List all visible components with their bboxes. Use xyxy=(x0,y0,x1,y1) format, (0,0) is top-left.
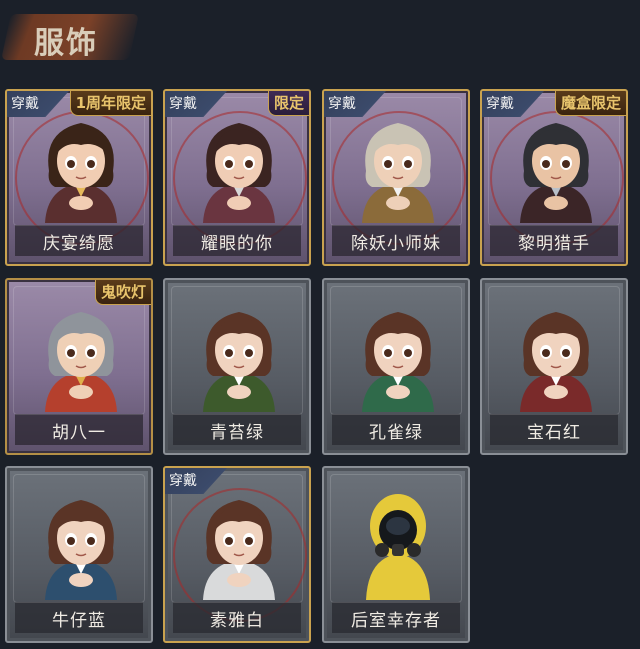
character-portrait xyxy=(45,123,117,223)
character-portrait xyxy=(520,123,592,223)
outfit-name-label: 庆宴绮愿 xyxy=(15,225,143,256)
character-portrait xyxy=(520,312,592,412)
outfit-name-label: 青苔绿 xyxy=(173,414,301,445)
character-portrait xyxy=(45,500,117,600)
limited-edition-badge: 1周年限定 xyxy=(69,91,151,116)
character-portrait xyxy=(366,494,430,600)
outfit-name-label: 胡八一 xyxy=(15,414,143,445)
outfit-name-label: 孔雀绿 xyxy=(332,414,460,445)
outfit-card[interactable]: 孔雀绿 xyxy=(322,278,470,455)
limited-edition-badge: 魔盒限定 xyxy=(554,91,626,116)
outfit-name-label: 素雅白 xyxy=(173,602,301,633)
outfit-grid: 穿戴 1周年限定 庆宴绮愿 穿戴 限定 耀眼的你 穿戴 除妖小师妹 穿戴 魔盒限定 黎明猎手 鬼吹灯胡… xyxy=(0,0,640,649)
outfit-card[interactable]: 鬼吹灯胡八一 xyxy=(5,278,153,455)
outfit-card[interactable]: 穿戴 素雅白 xyxy=(163,466,311,643)
outfit-card[interactable]: 穿戴 限定 耀眼的你 xyxy=(163,89,311,266)
outfit-name-label: 牛仔蓝 xyxy=(15,602,143,633)
outfit-card[interactable]: 宝石红 xyxy=(480,278,628,455)
outfit-card[interactable]: 牛仔蓝 xyxy=(5,466,153,643)
outfit-name-label: 宝石红 xyxy=(490,414,618,445)
outfit-card[interactable]: 青苔绿 xyxy=(163,278,311,455)
outfit-name-label: 耀眼的你 xyxy=(173,225,301,256)
character-portrait xyxy=(362,312,434,412)
outfit-name-label: 黎明猎手 xyxy=(490,225,618,256)
outfit-card[interactable]: 穿戴 除妖小师妹 xyxy=(322,89,470,266)
limited-edition-badge: 限定 xyxy=(267,91,309,116)
character-portrait xyxy=(203,123,275,223)
outfit-card[interactable]: 穿戴 1周年限定 庆宴绮愿 xyxy=(5,89,153,266)
outfit-name-label: 后室幸存者 xyxy=(332,602,460,633)
character-portrait xyxy=(362,123,434,223)
outfit-name-label: 除妖小师妹 xyxy=(332,225,460,256)
outfit-card[interactable]: 后室幸存者 xyxy=(322,466,470,643)
character-portrait xyxy=(45,312,117,412)
outfit-card[interactable]: 穿戴 魔盒限定 黎明猎手 xyxy=(480,89,628,266)
limited-edition-badge: 鬼吹灯 xyxy=(94,280,151,305)
character-portrait xyxy=(203,312,275,412)
character-portrait xyxy=(203,500,275,600)
